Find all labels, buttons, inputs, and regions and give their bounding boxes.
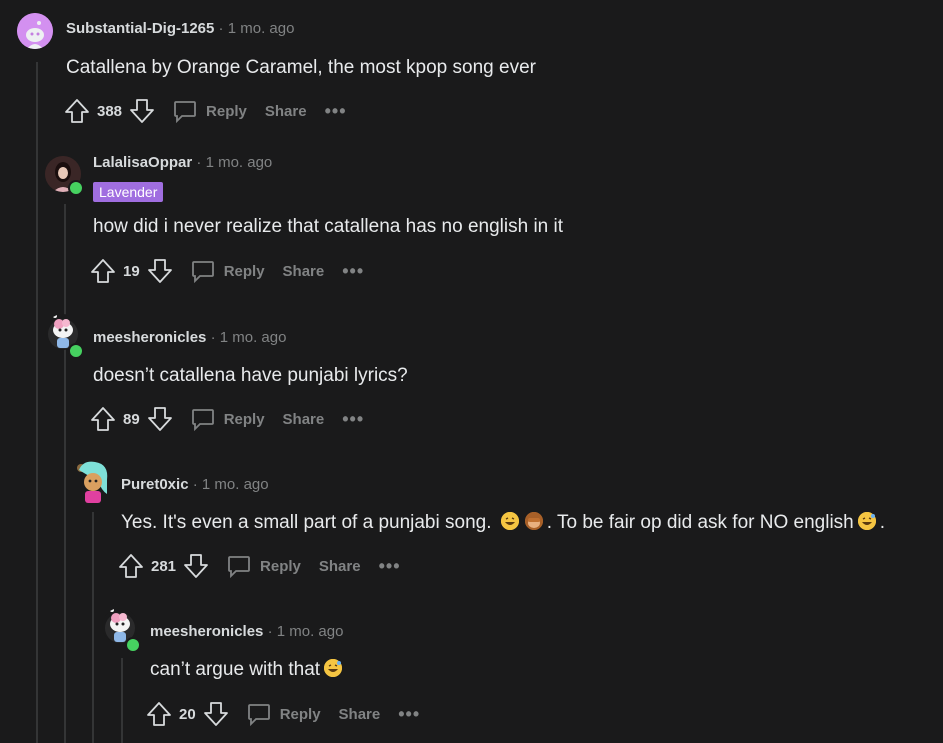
comment-actions: 388 Reply Share ••• [63,96,347,126]
comment-body: how did i never realize that catallena h… [93,216,564,237]
share-button[interactable]: Share [283,263,325,280]
comment-bubble-icon [191,409,214,432]
share-button[interactable]: Share [319,558,361,575]
separator: · [192,476,198,493]
thread-line[interactable] [92,512,94,743]
comment-text: Yes. It's even a small part of a punjabi… [121,512,492,533]
reply-button[interactable]: Reply [190,258,265,284]
share-button[interactable]: Share [339,706,381,723]
snoo-avatar-icon [17,13,53,49]
comment-text: . To be fair op did ask for NO english [546,512,854,533]
thread-line[interactable] [36,62,38,743]
timestamp[interactable]: 1 mo. ago [206,154,273,171]
upvote-icon[interactable] [63,97,91,125]
grinning-sweat-emoji-icon [324,659,343,677]
reply-button[interactable]: Reply [172,98,247,124]
downvote-icon[interactable] [128,97,156,125]
comment-text: . [879,512,886,533]
upvote-icon[interactable] [89,405,117,433]
user-flair: Lavender [93,182,164,202]
comment-meta: LalalisaOppar · 1 mo. ago [93,154,272,171]
downvote-icon[interactable] [182,552,210,580]
reply-label: Reply [206,102,247,120]
comment-body: doesn’t catallena have punjabi lyrics? [93,365,408,386]
see-no-evil-monkey-emoji-icon [524,512,543,530]
share-button[interactable]: Share [283,411,325,428]
more-options-button[interactable]: ••• [325,101,347,122]
reply-label: Reply [279,705,321,723]
reply-label: Reply [260,557,301,575]
comment-body: Catallena by Orange Caramel, the most kp… [66,57,536,78]
upvote-icon[interactable] [145,700,173,728]
downvote-icon[interactable] [146,405,174,433]
grinning-sweat-emoji-icon [857,512,876,530]
downvote-icon[interactable] [202,700,230,728]
separator: · [267,623,273,640]
downvote-icon[interactable] [146,257,174,285]
separator: · [210,329,216,346]
timestamp[interactable]: 1 mo. ago [220,329,287,346]
thread-line[interactable] [64,362,66,743]
comment-body: Yes. It's even a small part of a punjabi… [121,512,885,534]
reply-label: Reply [223,262,265,280]
avatar[interactable] [73,460,113,504]
comment-bubble-icon [191,261,214,284]
comment-meta: meesheronicles · 1 mo. ago [93,329,286,346]
comment-meta: Substantial-Dig-1265 · 1 mo. ago [66,20,294,37]
comment-bubble-icon [174,101,196,124]
more-options-button[interactable]: ••• [342,409,364,430]
vote-count: 19 [123,262,140,280]
comment-actions: 19 Reply Share ••• [89,256,364,286]
thread-line[interactable] [121,658,123,743]
comment-body: can’t argue with that [150,659,346,681]
timestamp[interactable]: 1 mo. ago [228,20,295,37]
reply-button[interactable]: Reply [190,406,265,432]
reply-label: Reply [223,410,265,428]
more-options-button[interactable]: ••• [342,261,364,282]
share-button[interactable]: Share [265,103,307,120]
comment-bubble-icon [228,556,250,579]
vote-count: 388 [97,102,123,120]
vote-count: 20 [179,705,196,723]
online-status-icon [68,343,84,359]
author-name[interactable]: meesheronicles [93,329,206,346]
snoo-avatar-icon [77,461,108,503]
comment-actions: 20 Reply Share ••• [145,699,420,729]
reply-button[interactable]: Reply [226,553,301,579]
upvote-icon[interactable] [117,552,145,580]
timestamp[interactable]: 1 mo. ago [202,476,269,493]
comment-bubble-icon [247,704,270,727]
vote-count: 89 [123,410,140,428]
author-name[interactable]: LalalisaOppar [93,154,192,171]
grinning-sweat-emoji-icon [500,512,519,530]
separator: · [218,20,224,37]
separator: · [196,154,202,171]
reply-button[interactable]: Reply [246,701,321,727]
more-options-button[interactable]: ••• [379,556,401,577]
comment-actions: 281 Reply Share ••• [117,551,401,581]
author-name[interactable]: Puret0xic [121,476,189,493]
comment-text: can’t argue with that [150,659,321,680]
author-name[interactable]: meesheronicles [150,623,263,640]
comment-meta: meesheronicles · 1 mo. ago [150,623,343,640]
comment-actions: 89 Reply Share ••• [89,404,364,434]
more-options-button[interactable]: ••• [398,704,420,725]
avatar[interactable] [17,13,53,49]
comment-meta: Puret0xic · 1 mo. ago [121,476,269,493]
vote-count: 281 [151,557,177,575]
timestamp[interactable]: 1 mo. ago [277,623,344,640]
online-status-icon [68,180,84,196]
upvote-icon[interactable] [89,257,117,285]
author-name[interactable]: Substantial-Dig-1265 [66,20,214,37]
online-status-icon [125,637,141,653]
